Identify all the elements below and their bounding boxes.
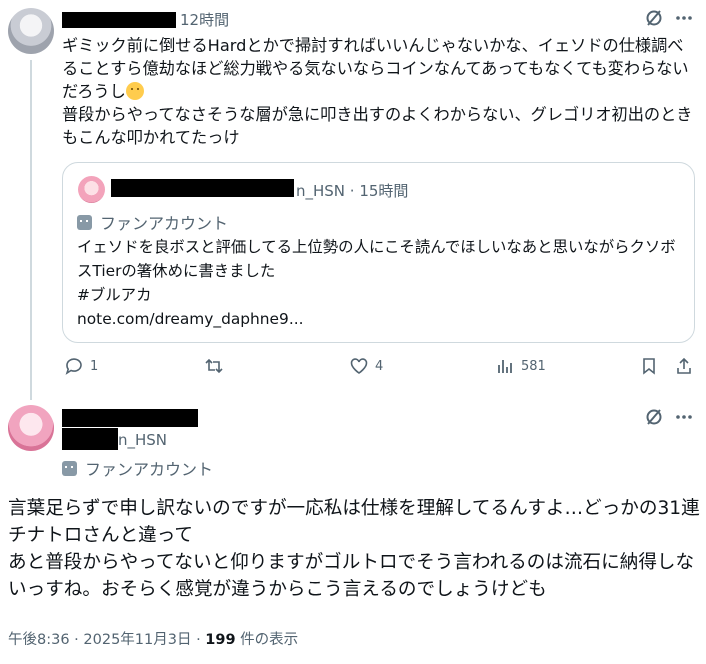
retweet-icon xyxy=(205,358,223,374)
reply-count: 1 xyxy=(90,358,99,374)
tweet-meta: 午後8:36 · 2025年11月3日 · 199 件の表示 xyxy=(8,628,298,649)
like-count: 4 xyxy=(375,358,384,374)
fan-account-badge: ファンアカウント xyxy=(77,210,228,234)
tweet-timestamp[interactable]: 午後8:36 · 2025年11月3日 · xyxy=(8,632,205,648)
mask-icon xyxy=(62,460,77,476)
views-icon xyxy=(498,360,512,373)
reply-icon xyxy=(65,358,82,375)
share-icon xyxy=(677,357,691,374)
view-label: 件の表示 xyxy=(235,632,299,648)
quoted-handle-time: n_HSN · 15時間 xyxy=(296,182,409,200)
tweet-text: ギミック前に倒せるHardとかで掃討すればいいんじゃないかな、イェソドの仕様調べ… xyxy=(62,34,698,149)
bookmark-icon xyxy=(643,358,655,375)
tweet-text-part2: 普段からやってなさそうな層が急に叩き出すのよくわからない、グレゴリオ初出のときも… xyxy=(62,105,693,147)
user-handle[interactable]: n_HSN xyxy=(118,431,167,449)
redacted-username xyxy=(62,428,118,450)
redacted-username xyxy=(62,12,176,28)
quoted-text: イェソドを良ボスと評価してる上位勢の人にこそ読んでほしいなあと思いながらクソボス… xyxy=(77,238,676,328)
tweet-text: 言葉足らずで申し訳ないのですが一応私は仕様を理解してるんすよ…どっかの31連チナ… xyxy=(8,498,700,600)
retweet-button[interactable] xyxy=(204,356,230,376)
quoted-tweet[interactable]: n_HSN · 15時間 ファンアカウント イェソドを良ボスと評価してる上位勢の… xyxy=(62,162,695,343)
more-icon[interactable] xyxy=(674,407,694,431)
action-bar: 1 4 581 xyxy=(62,356,702,382)
tweet-1: 12時間 ギミック前に倒せるHardとかで掃討すればいいんじゃないかな、イェソド… xyxy=(0,0,706,400)
badge-label: ファンアカウント xyxy=(85,460,214,479)
more-icon[interactable] xyxy=(674,8,694,32)
tweet-time[interactable]: 12時間 xyxy=(180,9,229,30)
thinking-face-icon xyxy=(125,82,144,100)
view-count: 199 xyxy=(205,632,236,648)
heart-icon xyxy=(350,358,368,374)
mask-icon xyxy=(77,214,92,230)
like-button[interactable]: 4 xyxy=(349,356,383,376)
grok-icon[interactable] xyxy=(644,8,664,32)
fan-account-badge: ファンアカウント xyxy=(62,456,213,480)
view-count: 581 xyxy=(521,358,546,374)
tweet-text-part1: ギミック前に倒せるHardとかで掃討すればいいんじゃないかな、イェソドの仕様調べ… xyxy=(62,36,689,101)
reply-button[interactable]: 1 xyxy=(64,356,98,376)
quoted-avatar xyxy=(78,176,105,203)
bookmark-button[interactable] xyxy=(639,356,659,376)
redacted-quoted-username xyxy=(111,179,294,197)
avatar[interactable] xyxy=(8,405,54,451)
thread-line xyxy=(30,60,32,400)
grok-icon[interactable] xyxy=(644,407,664,431)
badge-label: ファンアカウント xyxy=(100,214,229,233)
share-button[interactable] xyxy=(674,356,694,376)
views-button[interactable]: 581 xyxy=(495,356,546,376)
avatar[interactable] xyxy=(8,8,54,54)
redacted-display-name xyxy=(62,409,198,427)
